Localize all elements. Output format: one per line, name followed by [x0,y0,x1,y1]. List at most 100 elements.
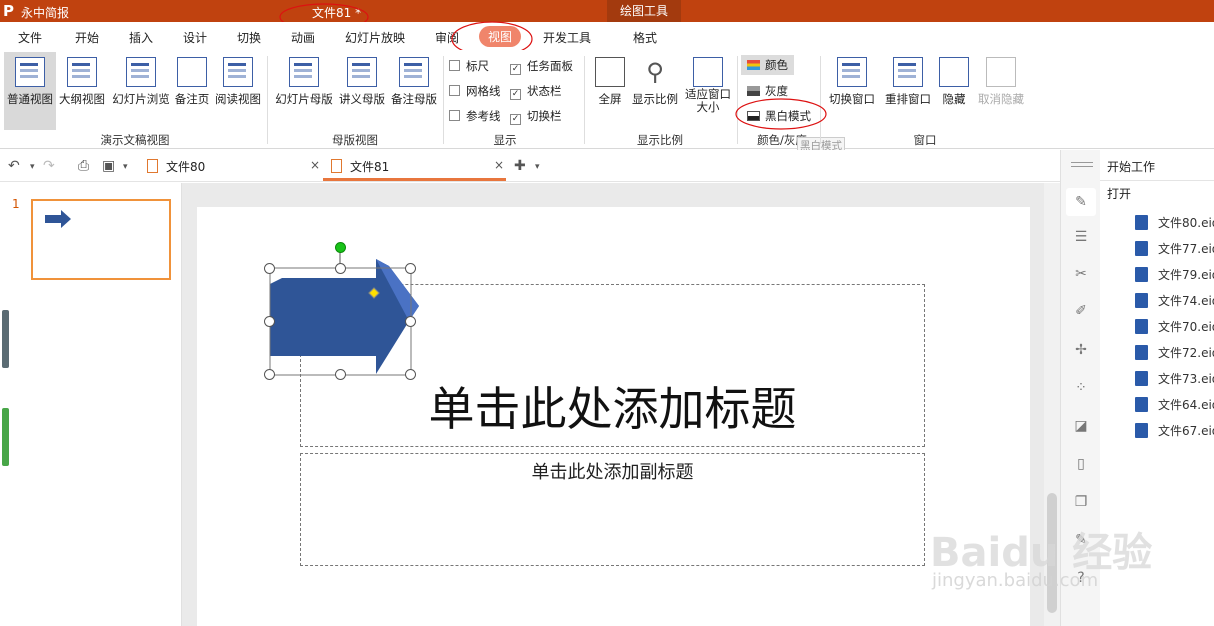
magnifier-icon: ⚲ [640,57,670,87]
puzzle-icon[interactable]: ✢ [1071,342,1091,360]
reading-view-button[interactable]: 阅读视图 [212,57,264,107]
customize-icon[interactable]: ▾ [123,162,128,172]
close-icon[interactable]: × [494,158,504,172]
resize-handle[interactable] [335,263,346,274]
chevron-down-icon[interactable]: ▾ [30,162,35,172]
recent-file-item[interactable]: 文件79.eio [1135,266,1214,283]
group-master-views: 母版视图 [332,133,378,147]
normal-view-button[interactable]: 普通视图 [4,52,56,130]
color-button[interactable]: 颜色 [741,55,794,75]
arrange-window-button[interactable]: 重排窗口 [882,57,934,107]
drawing-tools-context-tab[interactable]: 绘图工具 [607,0,681,22]
fullscreen-button[interactable]: 全屏 [592,57,628,107]
open-label: 打开 [1107,187,1132,201]
file-name: 文件72.eio [1158,346,1214,360]
rotate-handle[interactable] [335,242,346,253]
task-panel-header: 开始工作 [1107,160,1156,174]
recent-file-item[interactable]: 文件80.eio [1135,214,1214,231]
recent-file-item[interactable]: 文件70.eio [1135,318,1214,335]
chevron-down-icon[interactable]: ▾ [535,162,540,172]
slide-master-label: 幻灯片母版 [275,92,333,106]
fit-window-button[interactable]: 适应窗口大小 [682,57,734,114]
status-bar-checkbox[interactable]: ✓ 状态栏 [510,83,562,100]
resize-handle[interactable] [264,369,275,380]
print-preview-icon[interactable]: ⎙ [78,158,89,174]
title-bar: P 永中简报 文件81 * 绘图工具 [0,0,1214,22]
recent-file-item[interactable]: 文件73.eio [1135,370,1214,387]
menu-developer[interactable]: 开发工具 [543,29,591,46]
arrow-thumbnail-icon [45,210,71,228]
tab-file80[interactable]: 文件80 × [147,158,320,175]
copy-icon[interactable]: ❐ [1071,494,1091,512]
recent-file-item[interactable]: 文件72.eio [1135,344,1214,361]
guides-checkbox[interactable]: 参考线 [449,108,501,124]
brush-icon[interactable]: ✐ [1071,303,1091,321]
reading-view-icon [223,57,253,87]
switch-window-button[interactable]: 切换窗口 [826,57,878,107]
resize-handle[interactable] [405,263,416,274]
divider [584,56,585,144]
menu-slideshow[interactable]: 幻灯片放映 [345,29,405,46]
menu-file[interactable]: 文件 [18,29,42,46]
file-name: 文件77.eio [1158,242,1214,256]
collapse-handle-icon[interactable] [1071,162,1093,163]
notes-master-button[interactable]: 备注母版 [388,57,440,107]
resize-handle[interactable] [335,369,346,380]
divider [443,56,444,144]
handout-master-button[interactable]: 讲义母版 [336,57,388,107]
close-icon[interactable]: × [310,158,320,172]
notes-page-button[interactable]: 备注页 [172,57,212,107]
clipboard-icon[interactable]: ▯ [1071,456,1091,474]
fullscreen-label: 全屏 [598,92,622,106]
recent-file-item[interactable]: 文件67.eio [1135,422,1214,439]
outline-view-button[interactable]: 大纲视图 [56,57,108,107]
grid-icon[interactable]: ⁘ [1071,380,1091,398]
zoom-button[interactable]: ⚲ 显示比例 [629,57,681,107]
save-icon[interactable]: ▣ [102,158,115,174]
menu-design[interactable]: 设计 [183,29,207,46]
switch-bar-checkbox[interactable]: ✓ 切换栏 [510,108,562,125]
arrange-window-label: 重排窗口 [885,92,931,106]
ruler-checkbox[interactable]: 标尺 [449,58,489,74]
menu-insert[interactable]: 插入 [129,29,153,46]
menu-transitions[interactable]: 切换 [237,29,261,46]
menu-format[interactable]: 格式 [633,29,657,46]
slide-master-button[interactable]: 幻灯片母版 [272,57,336,107]
crop-icon[interactable]: ◪ [1071,418,1091,436]
outline-view-label: 大纲视图 [59,92,105,106]
menu-animations[interactable]: 动画 [291,29,315,46]
unhide-window-label: 取消隐藏 [978,92,1024,106]
new-tab-icon[interactable]: ✚ [514,158,526,174]
resize-handle[interactable] [405,316,416,327]
resize-handle[interactable] [405,369,416,380]
file-name: 文件64.eio [1158,398,1214,412]
pencil-icon[interactable]: ✎ [1066,188,1096,216]
document-icon [1135,215,1148,230]
undo-icon[interactable]: ↶ [8,158,20,174]
menu-home[interactable]: 开始 [75,29,99,46]
unhide-window-button[interactable]: 取消隐藏 [974,57,1028,107]
recent-file-item[interactable]: 文件64.eio [1135,396,1214,413]
redo-icon[interactable]: ↷ [43,158,55,174]
resize-handle[interactable] [264,316,275,327]
document-icon [1135,423,1148,438]
hide-window-button[interactable]: 隐藏 [937,57,971,107]
document-icon [1135,293,1148,308]
task-pane-checkbox[interactable]: ✓ 任务面板 [510,58,573,75]
ruler-label: 标尺 [466,59,489,73]
subtitle-placeholder[interactable]: 单击此处添加副标题 [300,453,925,566]
arrow-shape[interactable] [264,238,426,383]
active-tab-indicator [323,178,506,181]
tools-icon[interactable]: ✂ [1071,266,1091,284]
tab-file81[interactable]: 文件81 × [331,158,504,175]
recent-file-item[interactable]: 文件77.eio [1135,240,1214,257]
sliders-icon[interactable]: ☰ [1071,229,1091,247]
gridlines-checkbox[interactable]: 网格线 [449,83,501,99]
slide-sorter-button[interactable]: 幻灯片浏览 [109,57,173,107]
slide-thumbnail[interactable] [31,199,171,280]
outline-view-icon [67,57,97,87]
resize-handle[interactable] [264,263,275,274]
recent-file-item[interactable]: 文件74.eio [1135,292,1214,309]
slide-number: 1 [12,197,20,211]
file-name: 文件79.eio [1158,268,1214,282]
